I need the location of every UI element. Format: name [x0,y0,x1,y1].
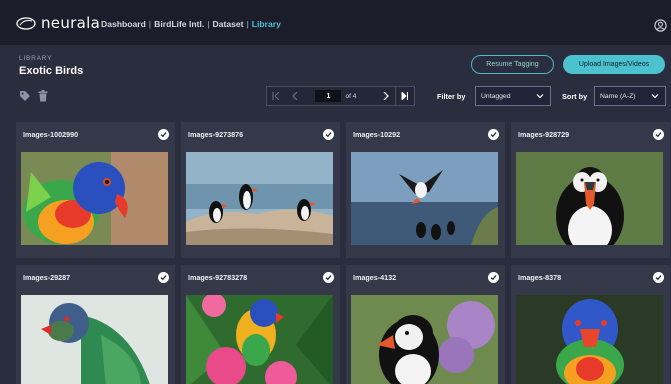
bird-thumbnail[interactable] [351,295,498,384]
chevron-down-icon [651,94,659,99]
image-card[interactable]: Images-9273876 [181,122,340,258]
first-page-icon[interactable] [267,87,286,105]
checkmark-icon[interactable] [323,129,334,140]
image-name: Images-29287 [23,273,71,282]
image-name: Images-4132 [353,273,397,282]
top-navigation-bar: neurala Dashboard | BirdLife Intl. | Dataset… [0,0,671,45]
sort-dropdown[interactable]: Name (A-Z) [594,86,666,106]
bird-thumbnail[interactable] [516,152,663,245]
filter-value: Untagged [481,92,511,100]
prev-page-icon[interactable] [286,87,305,105]
tag-icon[interactable] [19,90,31,102]
neurala-logo[interactable]: neurala [16,14,100,32]
checkmark-icon[interactable] [158,129,169,140]
image-name: Images-10292 [353,130,401,139]
filter-dropdown[interactable]: Untagged [475,86,551,106]
last-page-icon[interactable] [395,87,414,105]
bird-thumbnail[interactable] [186,295,333,384]
image-card[interactable]: Images-92783278 [181,265,340,384]
image-card[interactable]: Images-1002990 [16,122,175,258]
page-title: Exotic Birds [19,65,84,77]
checkmark-icon[interactable] [323,272,334,283]
breadcrumb-library: Library [251,19,281,29]
section-label: LIBRARY [19,55,53,62]
sort-label: Sort by [562,92,588,101]
logo-icon [16,16,36,30]
image-name: Images-9273876 [188,130,244,139]
checkmark-icon[interactable] [488,272,499,283]
image-name: Images-1002990 [23,130,79,139]
trash-icon[interactable] [38,90,48,102]
page-count: of 4 [345,92,357,100]
checkmark-icon[interactable] [653,129,664,140]
resume-tagging-button[interactable]: Resume Tagging [471,55,554,74]
image-card[interactable]: Images-928729 [511,122,670,258]
image-card[interactable]: Images-4132 [346,265,505,384]
breadcrumb-dataset[interactable]: Dataset [213,19,244,29]
upload-button[interactable]: Upload Images/Videos [563,55,665,74]
bird-thumbnail[interactable] [351,152,498,245]
breadcrumb-birdlife[interactable]: BirdLife Intl. [154,19,204,29]
image-name: Images-92783278 [188,273,248,282]
pagination: 1 of 4 [266,86,415,106]
bird-thumbnail[interactable] [21,295,168,384]
logo-text: neurala [41,14,101,32]
image-name: Images-928729 [518,130,570,139]
bird-thumbnail[interactable] [21,152,168,245]
image-name: Images-8378 [518,273,562,282]
breadcrumb-dashboard[interactable]: Dashboard [101,19,146,29]
bird-thumbnail[interactable] [516,295,663,384]
user-circle-icon[interactable] [654,19,667,32]
chevron-down-icon [536,94,544,99]
image-card[interactable]: Images-29287 [16,265,175,384]
sort-value: Name (A-Z) [600,92,636,100]
checkmark-icon[interactable] [488,129,499,140]
next-page-icon[interactable] [377,87,396,105]
image-card[interactable]: Images-8378 [511,265,670,384]
checkmark-icon[interactable] [653,272,664,283]
filter-label: Filter by [437,92,466,101]
breadcrumb: Dashboard | BirdLife Intl. | Dataset | Library [101,19,281,29]
image-card[interactable]: Images-10292 [346,122,505,258]
page-number-input[interactable]: 1 [315,90,342,102]
bird-thumbnail[interactable] [186,152,333,245]
checkmark-icon[interactable] [158,272,169,283]
